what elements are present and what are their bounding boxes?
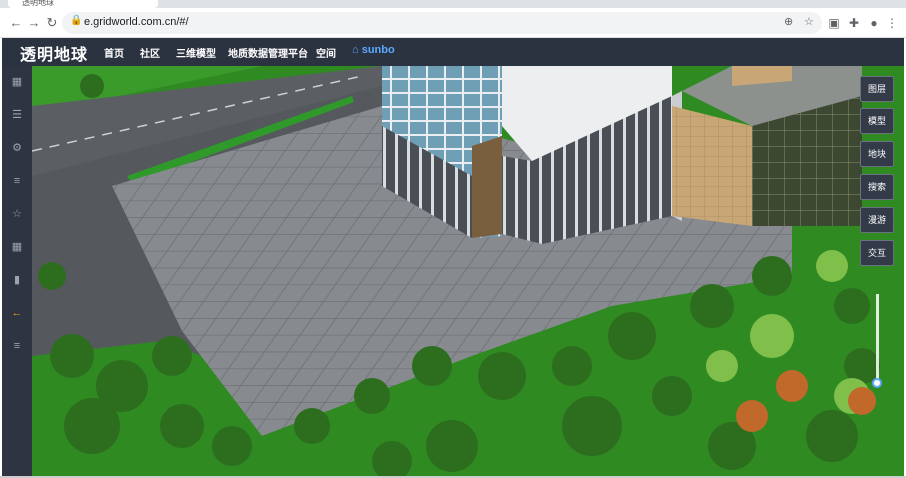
- menu-community[interactable]: 社区: [140, 45, 160, 60]
- back-arrow-icon[interactable]: ←: [8, 15, 24, 31]
- scene-render: [32, 66, 904, 476]
- profile-icon[interactable]: ●: [866, 15, 882, 31]
- zoom-icon[interactable]: ⊕: [784, 15, 793, 28]
- menu-icon[interactable]: ≡: [9, 338, 25, 354]
- browser-toolbar: ← → ↻ 🔒 e.gridworld.com.cn/#/ ⊕ ☆ ▣ ✚ ● …: [0, 8, 906, 38]
- menu-home[interactable]: 首页: [104, 45, 124, 60]
- zoom-slider-track[interactable]: [876, 294, 879, 384]
- menu-space[interactable]: 空间: [316, 45, 336, 60]
- search-button[interactable]: 搜索: [860, 174, 894, 200]
- roam-button[interactable]: 漫游: [860, 207, 894, 233]
- reload-icon[interactable]: ↻: [44, 15, 60, 31]
- sliders-icon[interactable]: ☰: [9, 107, 25, 123]
- settings-icon[interactable]: ⚙: [9, 140, 25, 156]
- lock-icon: 🔒: [70, 15, 83, 26]
- extension-icon[interactable]: ▣: [826, 15, 842, 31]
- layers-button[interactable]: 图层: [860, 76, 894, 102]
- 3d-map-viewport[interactable]: 图层 模型 地块 搜索 漫游 交互: [32, 66, 904, 476]
- browser-tab[interactable]: 透明地球: [8, 0, 158, 8]
- tab-strip: 透明地球: [0, 0, 906, 8]
- apps-icon[interactable]: ▦: [9, 239, 25, 255]
- grid-icon[interactable]: ▦: [9, 74, 25, 90]
- clipboard-icon[interactable]: ▮: [9, 272, 25, 288]
- menu-3d-model[interactable]: 三维模型: [176, 45, 216, 60]
- model-button[interactable]: 模型: [860, 108, 894, 134]
- bookmark-star-icon[interactable]: ☆: [804, 15, 814, 28]
- parcel-button[interactable]: 地块: [860, 141, 894, 167]
- browser-tab-title: 透明地球: [22, 0, 54, 7]
- menu-user[interactable]: ⌂ sunbo: [352, 44, 395, 56]
- filter-icon[interactable]: ≡: [9, 173, 25, 189]
- app-title: 透明地球: [20, 47, 89, 64]
- menu-user-label: sunbo: [361, 44, 395, 56]
- more-menu-icon[interactable]: ⋮: [884, 15, 900, 31]
- app-header: 透明地球 首页 社区 三维模型 地质数据管理平台 空间 ⌂ sunbo: [2, 38, 904, 66]
- puzzle-icon[interactable]: ✚: [846, 15, 862, 31]
- url-text: e.gridworld.com.cn/#/: [84, 16, 189, 28]
- forward-arrow-icon[interactable]: →: [26, 15, 42, 31]
- left-sidebar: ▦ ☰ ⚙ ≡ ☆ ▦ ▮ ← ≡: [2, 66, 32, 476]
- star-icon[interactable]: ☆: [9, 206, 25, 222]
- menu-geo-data-platform[interactable]: 地质数据管理平台: [228, 45, 308, 60]
- address-bar[interactable]: 🔒 e.gridworld.com.cn/#/ ⊕ ☆: [62, 12, 822, 34]
- home-icon: ⌂: [352, 44, 362, 56]
- arrow-left-icon[interactable]: ←: [9, 305, 25, 321]
- zoom-slider-handle[interactable]: [872, 378, 882, 388]
- interact-button[interactable]: 交互: [860, 240, 894, 266]
